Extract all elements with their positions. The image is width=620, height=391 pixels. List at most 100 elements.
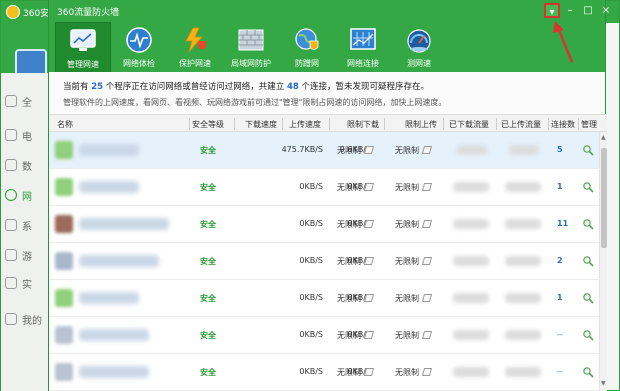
edit-icon[interactable] <box>363 368 375 376</box>
app-icon <box>55 326 73 344</box>
summary-panel: 当前有 25 个程序正在访问网络或曾经访问过网络，共建立 48 个连接，暂未发现… <box>49 72 605 114</box>
lightning-shield-icon <box>181 26 209 54</box>
col-downloaded[interactable]: 已下载流量 <box>449 119 489 130</box>
limit-download-cell[interactable]: 无限制 <box>337 293 375 304</box>
scroll-down-icon[interactable]: ▼ <box>601 380 606 387</box>
close-button[interactable]: × <box>598 3 614 18</box>
limit-upload-cell[interactable]: 无限制 <box>395 182 433 193</box>
magnifier-icon[interactable] <box>582 366 594 378</box>
col-uploaded[interactable]: 已上传流量 <box>501 119 541 130</box>
magnifier-icon[interactable] <box>582 292 594 304</box>
uploaded-redacted <box>505 256 541 266</box>
sidebar-item-6[interactable]: 实 <box>5 273 53 293</box>
limit-upload-cell[interactable]: 无限制 <box>395 330 433 341</box>
sidebar-item-2[interactable]: 数 <box>5 155 53 175</box>
limit-download-cell[interactable]: 无限制 <box>337 330 375 341</box>
col-upload-speed[interactable]: 上传速度 <box>289 119 321 130</box>
skin-menu-button[interactable]: ▾ <box>544 3 560 18</box>
table-row[interactable]: 安全 0KB/S 0KB/S 无限制 无限制 2 <box>49 243 599 280</box>
limit-download-cell[interactable]: 无限制 <box>337 256 375 267</box>
monitor-icon <box>5 129 17 141</box>
edit-icon[interactable] <box>363 331 375 339</box>
edit-icon[interactable] <box>421 294 433 302</box>
edit-icon[interactable] <box>363 294 375 302</box>
magnifier-icon[interactable] <box>582 144 594 156</box>
tab-network-check[interactable]: 网络体检 <box>111 22 167 72</box>
minimize-button[interactable]: – <box>562 3 578 18</box>
edit-icon[interactable] <box>363 257 375 265</box>
network-icon <box>5 189 17 201</box>
limit-upload-cell[interactable]: 无限制 <box>395 145 433 156</box>
col-download-speed[interactable]: 下载速度 <box>245 119 277 130</box>
table-row[interactable]: 安全 0KB/S 0KB/S 无限制 无限制 -- <box>49 317 599 354</box>
edit-icon[interactable] <box>363 220 375 228</box>
magnifier-icon[interactable] <box>582 181 594 193</box>
edit-icon[interactable] <box>421 368 433 376</box>
table-row[interactable]: 安全 0KB/S 0KB/S 无限制 无限制 11 <box>49 206 599 243</box>
limit-download-cell[interactable]: 无限制 <box>337 367 375 378</box>
annotation-arrow-icon <box>553 21 574 63</box>
tools-icon <box>5 277 17 289</box>
app-icon <box>55 141 73 159</box>
tab-manage-speed[interactable]: 管理网速 <box>55 22 111 72</box>
col-name[interactable]: 名称 <box>57 119 73 130</box>
uploaded-redacted <box>505 367 541 377</box>
edit-icon[interactable] <box>421 183 433 191</box>
table-row[interactable]: 安全 0KB/S 0KB/S 无限制 无限制 -- <box>49 354 599 391</box>
uploaded-redacted <box>505 330 541 340</box>
tab-speed-test[interactable]: 测网速 <box>391 22 447 72</box>
network-window-icon <box>349 26 377 54</box>
magnifier-icon[interactable] <box>582 329 594 341</box>
edit-icon[interactable] <box>421 146 433 154</box>
col-limit-download[interactable]: 限制下载 <box>347 119 379 130</box>
tab-lan-protect[interactable]: 局域网防护 <box>223 22 279 72</box>
program-count: 25 <box>91 82 104 92</box>
col-manage[interactable]: 管理 <box>581 119 597 130</box>
app-icon <box>55 363 73 381</box>
magnifier-icon[interactable] <box>582 218 594 230</box>
vertical-scrollbar[interactable]: ▲ ▼ <box>599 132 607 391</box>
app-name-redacted <box>79 144 139 156</box>
edit-icon[interactable] <box>421 331 433 339</box>
sidebar-item-1[interactable]: 电 <box>5 125 53 145</box>
table-row[interactable]: 安全 0KB/S 0KB/S 无限制 无限制 1 <box>49 280 599 317</box>
edit-icon[interactable] <box>421 257 433 265</box>
speed-gauge-icon <box>405 26 433 54</box>
limit-download-cell[interactable]: 无限制 <box>337 182 375 193</box>
limit-download-cell[interactable]: 无限制 <box>337 145 375 156</box>
downloaded-redacted <box>453 330 489 340</box>
sidebar-item-7[interactable]: 我的 <box>5 309 53 329</box>
sidebar-item-4[interactable]: 系 <box>5 215 53 235</box>
limit-download-cell[interactable]: 无限制 <box>337 219 375 230</box>
edit-icon[interactable] <box>363 146 375 154</box>
limit-upload-cell[interactable]: 无限制 <box>395 367 433 378</box>
globe-shield-icon <box>293 26 321 54</box>
limit-upload-cell[interactable]: 无限制 <box>395 256 433 267</box>
sidebar-item-3[interactable]: 网 <box>5 185 53 205</box>
tab-anti-leech[interactable]: 防蹭网 <box>279 22 335 72</box>
downloaded-redacted <box>453 256 489 266</box>
col-security[interactable]: 安全等级 <box>192 119 224 130</box>
app-icon <box>55 215 73 233</box>
sidebar-item-5[interactable]: 游 <box>5 245 53 265</box>
tab-network-connections[interactable]: 网络连接 <box>335 22 391 72</box>
scrollbar-thumb[interactable] <box>601 148 607 248</box>
sidebar-item-0[interactable]: 全 <box>5 91 53 111</box>
gear-icon <box>5 219 17 231</box>
col-limit-upload[interactable]: 限制上传 <box>405 119 437 130</box>
uploaded-redacted <box>505 182 541 192</box>
scroll-up-icon[interactable]: ▲ <box>601 134 606 141</box>
limit-upload-cell[interactable]: 无限制 <box>395 293 433 304</box>
edit-icon[interactable] <box>363 183 375 191</box>
table-row[interactable]: 安全 0KB/S 0KB/S 无限制 无限制 1 <box>49 169 599 206</box>
firewall-toolbar: 管理网速 网络体检 保护网速 局域网防护 防蹭网 网络连接 测网速 <box>49 22 605 72</box>
limit-upload-cell[interactable]: 无限制 <box>395 219 433 230</box>
downloaded-redacted <box>453 219 489 229</box>
col-connections[interactable]: 连接数 <box>551 119 575 130</box>
app-icon <box>55 178 73 196</box>
magnifier-icon[interactable] <box>582 255 594 267</box>
edit-icon[interactable] <box>421 220 433 228</box>
maximize-button[interactable]: □ <box>580 3 596 18</box>
table-row[interactable]: 安全 475.7KB/S 9.6KB/S 无限制 无限制 5 <box>49 132 599 169</box>
tab-protect-speed[interactable]: 保护网速 <box>167 22 223 72</box>
